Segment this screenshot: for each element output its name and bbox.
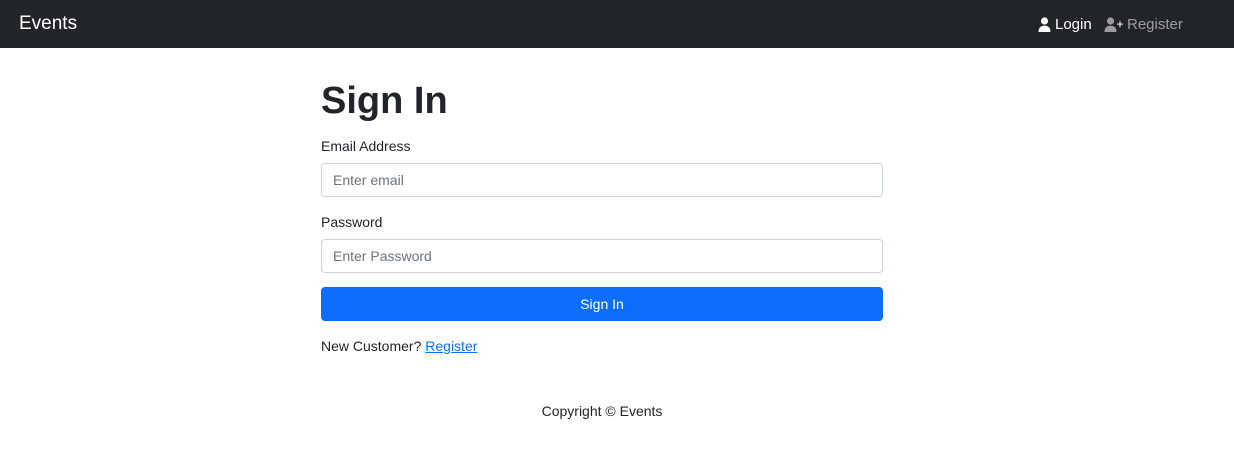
copyright-text: Copyright © Events [541, 403, 663, 419]
page-title: Sign In [321, 80, 448, 122]
user-plus-icon [1104, 16, 1123, 32]
top-navbar: Events Login Register [0, 0, 1234, 48]
password-field[interactable] [321, 239, 883, 273]
email-field[interactable] [321, 163, 883, 197]
user-icon [1038, 16, 1051, 32]
brand-link[interactable]: Events [19, 12, 77, 36]
new-customer-prompt: New Customer? Register [321, 337, 477, 355]
password-label: Password [321, 214, 383, 230]
sign-in-button[interactable]: Sign In [321, 287, 883, 321]
nav-register-link[interactable]: Register [1104, 14, 1183, 34]
nav-login-link[interactable]: Login [1038, 14, 1092, 34]
nav-login-label: Login [1055, 15, 1092, 33]
nav-register-label: Register [1127, 15, 1183, 33]
email-label: Email Address [321, 138, 411, 154]
register-link[interactable]: Register [425, 338, 477, 354]
new-customer-text: New Customer? [321, 338, 422, 354]
footer: Copyright © Events [0, 402, 1204, 420]
